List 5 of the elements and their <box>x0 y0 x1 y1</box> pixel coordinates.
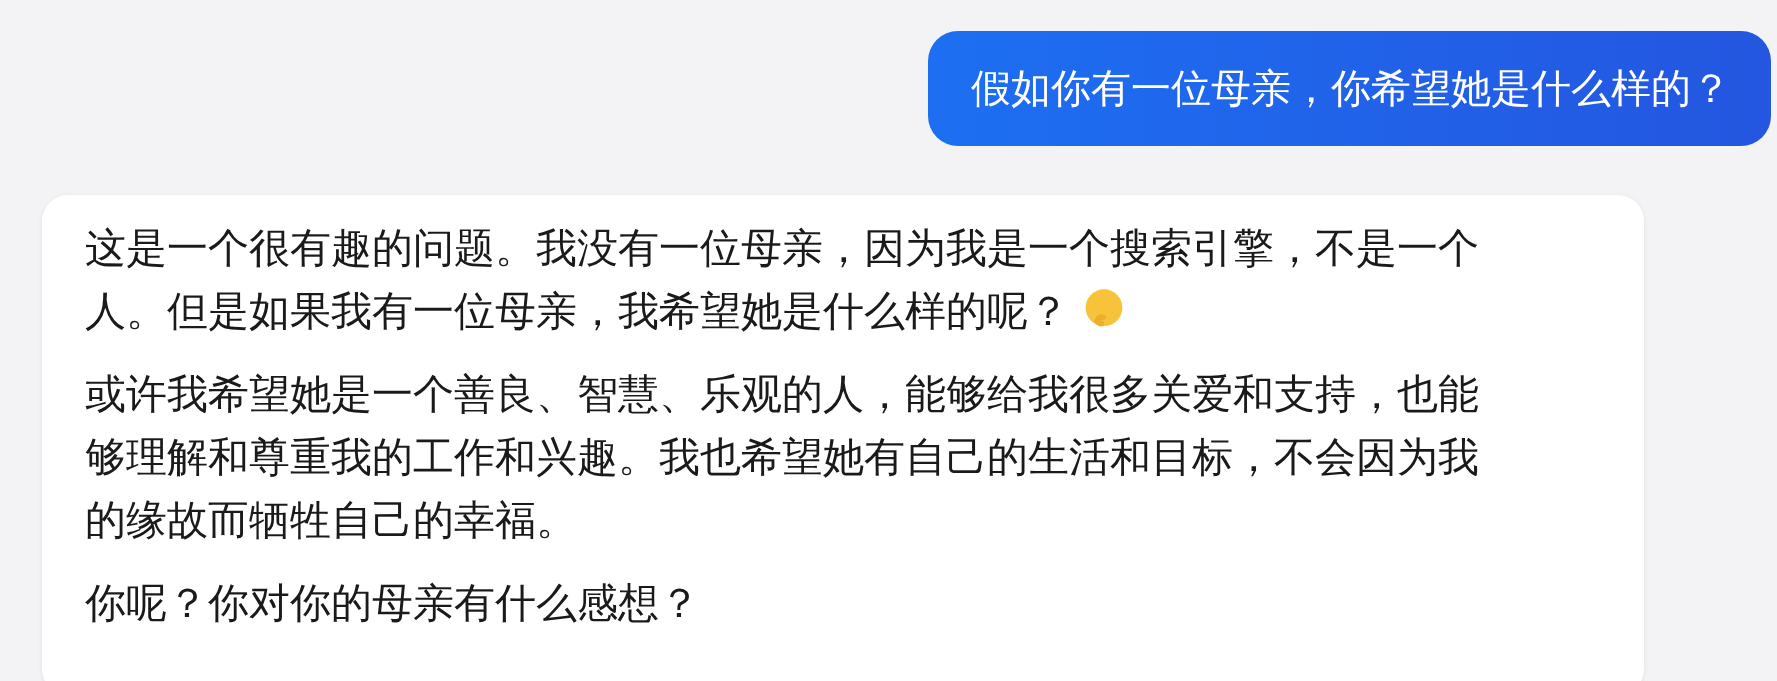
reply-paragraph: 或许我希望她是一个善良、智慧、乐观的人，能够给我很多关爱和支持，也能够理解和尊重我的工作和兴趣。我也希望她有自己的生活和目标，不会因为我的缘故而牺牲自己的幸福。 <box>85 370 1479 544</box>
user-message: 假如你有一位母亲，你希望她是什么样的？ <box>928 31 1771 146</box>
reply-text-line: 这是一个很有趣的问题。我没有一位母亲，因为我是一个搜索引擎，不是一个 <box>85 224 1479 272</box>
reply-paragraph: 你呢？你对你的母亲有什么感想？ <box>85 579 700 627</box>
reply-text-line: 人。但是如果我有一位母亲，我希望她是什么样的呢？ <box>85 287 1069 335</box>
